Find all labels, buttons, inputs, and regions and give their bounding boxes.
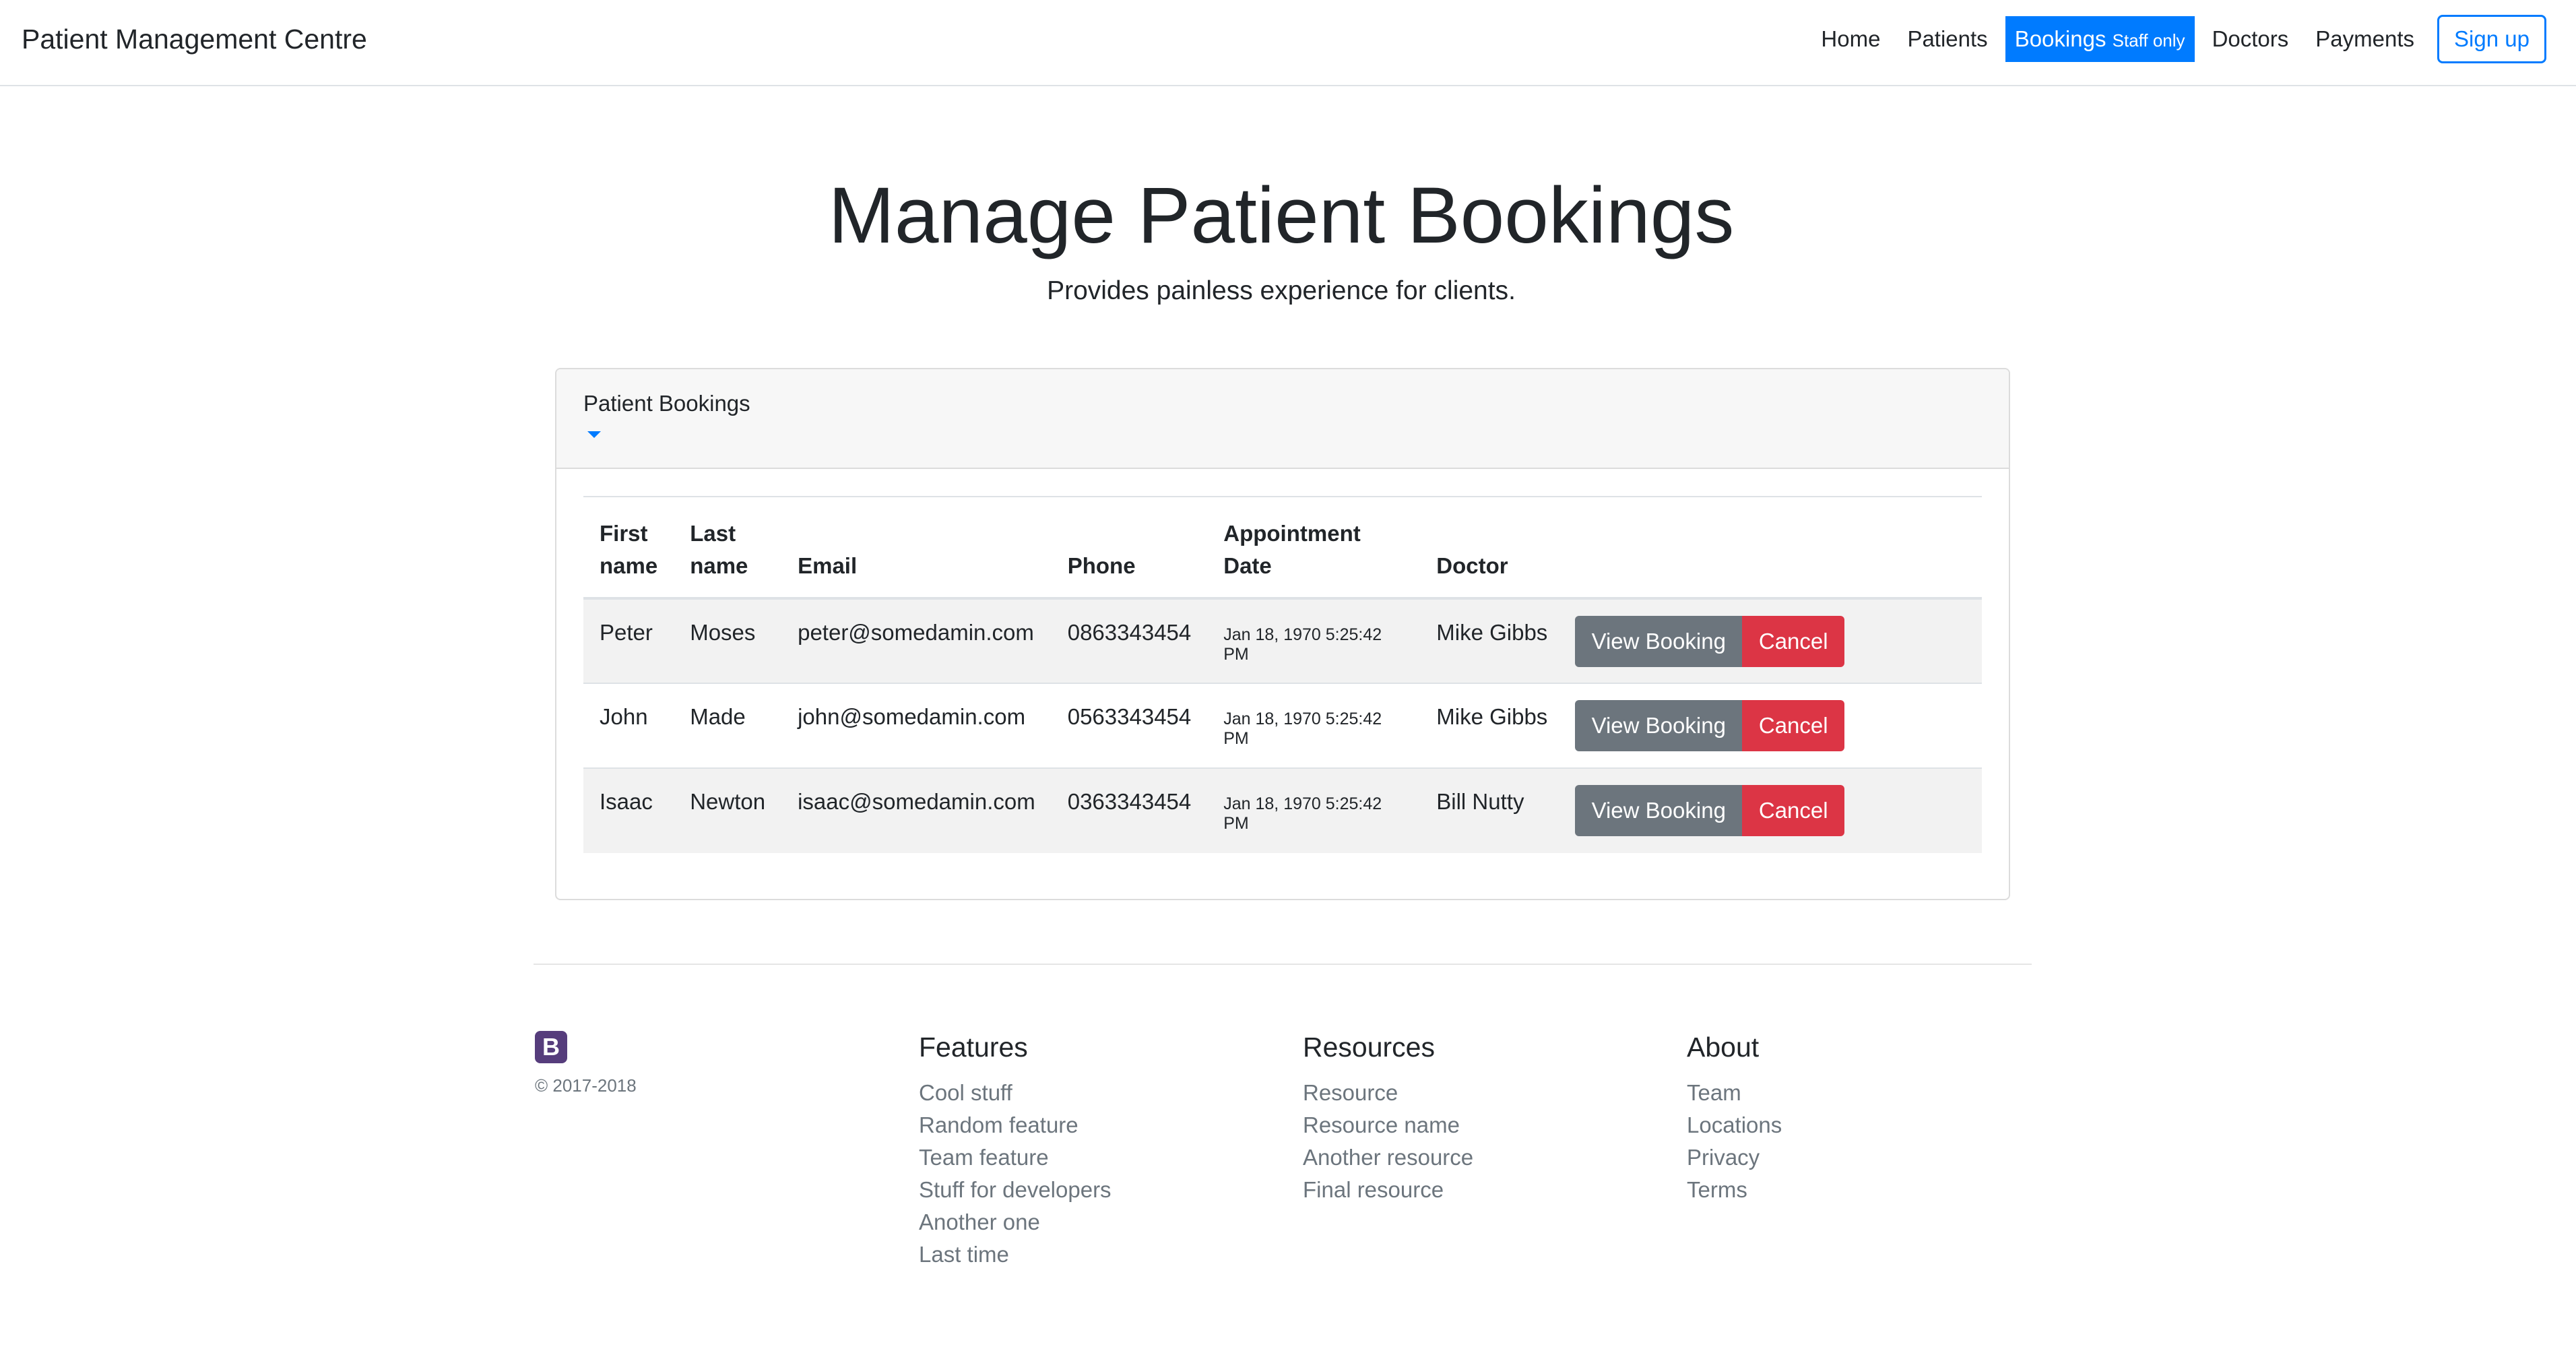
table-row: Isaac Newton isaac@somedamin.com 0363343…: [583, 767, 1982, 853]
nav-patients[interactable]: Patients: [1894, 16, 2001, 62]
footer-resources-heading: Resources: [1303, 1032, 1435, 1063]
footer-link[interactable]: Resource: [1303, 1077, 1473, 1109]
brand[interactable]: Patient Management Centre: [22, 22, 367, 57]
footer-link[interactable]: Terms: [1687, 1174, 1782, 1206]
col-email: Email: [781, 497, 1052, 600]
row-button-group: View Booking Cancel: [1575, 616, 1966, 667]
cancel-booking-button[interactable]: Cancel: [1742, 616, 1845, 667]
staff-only-badge: Staff only: [2112, 30, 2185, 51]
row-button-group: View Booking Cancel: [1575, 700, 1966, 751]
nav-doctors[interactable]: Doctors: [2199, 16, 2303, 62]
nav-bookings-label: Bookings: [2014, 26, 2106, 51]
footer-link[interactable]: Final resource: [1303, 1174, 1473, 1206]
navbar: Patient Management Centre Home Patients …: [0, 0, 2576, 86]
cell-phone: 0863343454: [1051, 598, 1208, 683]
view-booking-button[interactable]: View Booking: [1575, 616, 1743, 667]
col-phone: Phone: [1051, 497, 1208, 600]
col-doctor: Doctor: [1420, 497, 1576, 600]
footer-link[interactable]: Locations: [1687, 1109, 1782, 1141]
cell-email: john@somedamin.com: [781, 683, 1052, 768]
page-title: Manage Patient Bookings: [828, 171, 1735, 260]
cell-email: peter@somedamin.com: [781, 598, 1052, 683]
footer-divider: [534, 964, 2032, 965]
cell-appointment-date: Jan 18, 1970 5:25:42 PM: [1207, 683, 1421, 768]
footer-about-heading: About: [1687, 1032, 1760, 1063]
col-first-name: First name: [583, 497, 674, 600]
footer-link[interactable]: Stuff for developers: [919, 1174, 1112, 1206]
cell-first-name: John: [583, 683, 674, 768]
cell-actions: View Booking Cancel: [1575, 598, 1982, 683]
footer-link[interactable]: Another resource: [1303, 1141, 1473, 1174]
cell-last-name: Moses: [674, 598, 782, 683]
cell-actions: View Booking Cancel: [1575, 767, 1982, 853]
col-last-name: Last name: [674, 497, 782, 600]
signup-button[interactable]: Sign up: [2437, 15, 2546, 63]
bookings-card: Patient Bookings First name Last name Em…: [555, 368, 2010, 900]
copyright: © 2017-2018: [535, 1075, 637, 1096]
view-booking-button[interactable]: View Booking: [1575, 785, 1743, 836]
chevron-down-icon[interactable]: [587, 431, 601, 438]
footer-link[interactable]: Cool stuff: [919, 1077, 1112, 1109]
col-actions: [1575, 497, 1982, 600]
cancel-booking-button[interactable]: Cancel: [1742, 700, 1845, 751]
bookings-table-wrap: First name Last name Email Phone Appoint…: [583, 496, 1982, 853]
footer-link[interactable]: Last time: [919, 1238, 1112, 1271]
footer-resources: Resources Resource Resource name Another…: [1303, 1030, 1473, 1206]
col-appointment-date: Appointment Date: [1207, 497, 1421, 600]
nav-bookings[interactable]: Bookings Staff only: [2005, 16, 2195, 62]
footer-link[interactable]: Resource name: [1303, 1109, 1473, 1141]
cell-doctor: Mike Gibbs: [1420, 683, 1576, 768]
footer-features-heading: Features: [919, 1032, 1028, 1063]
footer-link[interactable]: Privacy: [1687, 1141, 1782, 1174]
nav-payments[interactable]: Payments: [2302, 16, 2428, 62]
cancel-booking-button[interactable]: Cancel: [1742, 785, 1845, 836]
bootstrap-logo-icon: B: [535, 1031, 567, 1063]
cell-appointment-date: Jan 18, 1970 5:25:42 PM: [1207, 767, 1421, 853]
nav-home[interactable]: Home: [1807, 16, 1894, 62]
footer-link[interactable]: Random feature: [919, 1109, 1112, 1141]
nav-links: Home Patients Bookings Staff only Doctor…: [1807, 16, 2428, 62]
card-header[interactable]: Patient Bookings: [556, 369, 2009, 469]
cell-phone: 0363343454: [1051, 767, 1208, 853]
footer-link[interactable]: Team feature: [919, 1141, 1112, 1174]
cell-doctor: Bill Nutty: [1420, 767, 1576, 853]
page-subtitle: Provides painless experience for clients…: [1047, 276, 1516, 305]
cell-phone: 0563343454: [1051, 683, 1208, 768]
cell-first-name: Peter: [583, 598, 674, 683]
cell-first-name: Isaac: [583, 767, 674, 853]
view-booking-button[interactable]: View Booking: [1575, 700, 1743, 751]
bookings-table: First name Last name Email Phone Appoint…: [583, 497, 1982, 853]
footer-link[interactable]: Team: [1687, 1077, 1782, 1109]
cell-last-name: Made: [674, 683, 782, 768]
footer-about: About Team Locations Privacy Terms: [1687, 1030, 1782, 1206]
cell-last-name: Newton: [674, 767, 782, 853]
cell-email: isaac@somedamin.com: [781, 767, 1052, 853]
table-header-row: First name Last name Email Phone Appoint…: [583, 497, 1982, 600]
card-header-title: Patient Bookings: [583, 391, 750, 416]
row-button-group: View Booking Cancel: [1575, 785, 1966, 836]
cell-actions: View Booking Cancel: [1575, 683, 1982, 768]
table-row: Peter Moses peter@somedamin.com 08633434…: [583, 598, 1982, 683]
cell-doctor: Mike Gibbs: [1420, 598, 1576, 683]
footer-link[interactable]: Another one: [919, 1206, 1112, 1238]
footer-features: Features Cool stuff Random feature Team …: [919, 1030, 1112, 1271]
cell-appointment-date: Jan 18, 1970 5:25:42 PM: [1207, 598, 1421, 683]
table-row: John Made john@somedamin.com 0563343454 …: [583, 683, 1982, 768]
